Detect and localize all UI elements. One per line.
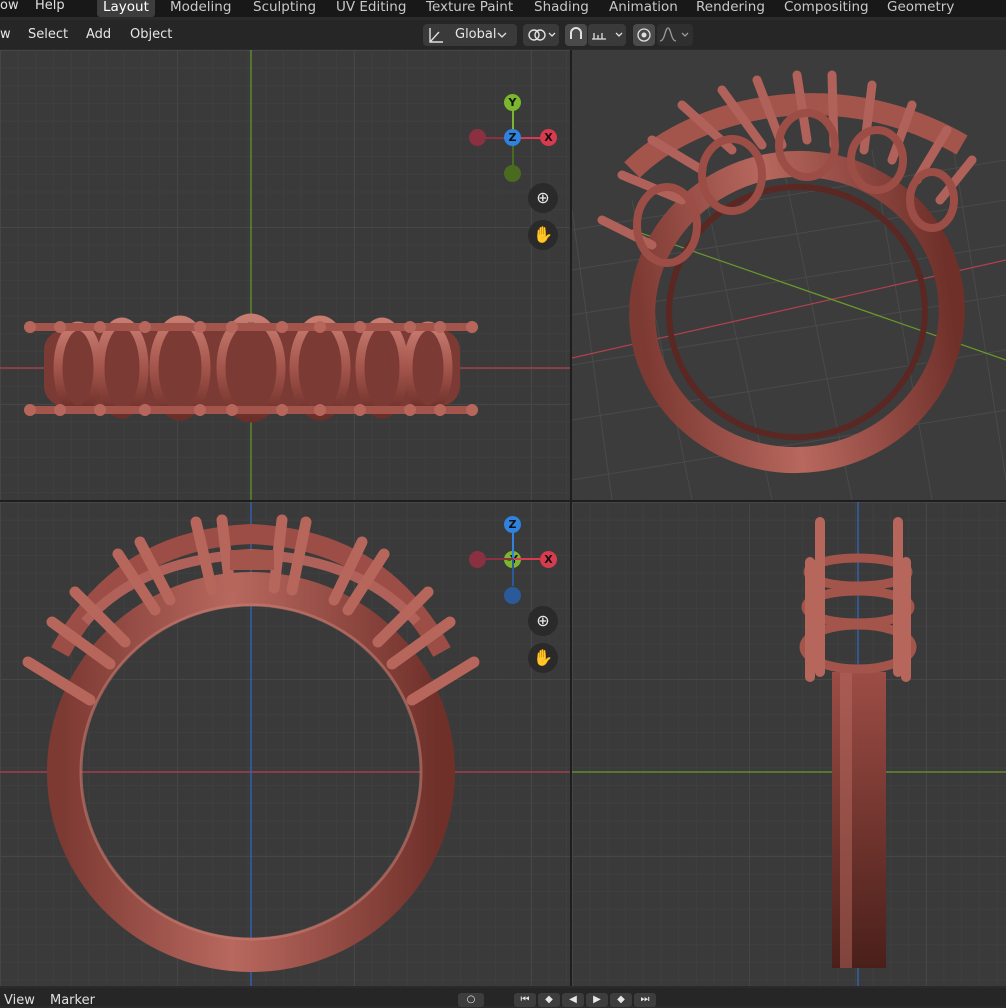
right-view-scene [572, 502, 1006, 986]
tab-shading[interactable]: Shading [528, 0, 595, 17]
object-menu[interactable]: Object [130, 26, 172, 44]
gizmo-y-axis[interactable]: Y [504, 94, 521, 111]
play-reverse-icon[interactable]: ◀ [562, 993, 584, 1007]
gizmo-neg-y-axis[interactable] [504, 165, 521, 182]
tab-rendering[interactable]: Rendering [690, 0, 771, 17]
top-view-scene [0, 50, 570, 500]
tab-texture-paint[interactable]: Texture Paint [420, 0, 519, 17]
gizmo-neg-y-axis[interactable]: -Y [504, 551, 521, 568]
menu-help[interactable]: Help [35, 0, 65, 16]
gizmo-x-axis[interactable]: X [540, 551, 557, 568]
ring-perspective-view [597, 70, 977, 474]
tab-geometry-nodes[interactable]: Geometry Nodes [881, 0, 1006, 35]
jump-to-keyframe-prev-icon[interactable]: ◆ [538, 993, 560, 1007]
perspective-scene [572, 70, 1006, 500]
proportional-editing-icon [637, 28, 651, 42]
tab-compositing[interactable]: Compositing [778, 0, 875, 17]
gizmo-z-axis[interactable]: Z [504, 129, 521, 146]
front-view-scene [0, 502, 570, 986]
ring-top-view [24, 313, 478, 423]
timeline-header [0, 988, 1006, 1006]
proportional-editing-toggle[interactable] [633, 24, 655, 46]
playback-mode-icon[interactable]: ○ [458, 993, 484, 1007]
gizmo-neg-x-axis[interactable] [469, 551, 486, 568]
snap-target-dropdown[interactable] [588, 24, 626, 46]
menu-window[interactable]: ow [0, 0, 19, 16]
pan-hand-icon[interactable]: ✋ [528, 220, 558, 250]
pivot-point-dropdown[interactable] [523, 24, 559, 46]
viewport-divider-horizontal[interactable] [0, 500, 1006, 502]
ring-side-view [799, 517, 917, 968]
zoom-icon[interactable]: ⊕ [528, 183, 558, 213]
jump-to-keyframe-next-icon[interactable]: ◆ [610, 993, 632, 1007]
proportional-falloff-dropdown[interactable] [657, 24, 693, 46]
viewport-divider-vertical[interactable] [570, 50, 572, 986]
select-menu[interactable]: Select [28, 26, 68, 44]
gizmo-neg-z-axis[interactable] [504, 587, 521, 604]
front-view-viewport[interactable]: Z -Y X ⊕ ✋ [0, 502, 570, 986]
gizmo-neg-x-axis[interactable] [469, 129, 486, 146]
tab-layout[interactable]: Layout [97, 0, 155, 17]
play-icon[interactable]: ▶ [586, 993, 608, 1007]
right-view-viewport[interactable] [572, 502, 1006, 986]
add-menu[interactable]: Add [86, 26, 111, 44]
tab-sculpting[interactable]: Sculpting [247, 0, 322, 17]
snap-icon [570, 27, 582, 39]
gizmo-z-axis[interactable]: Z [504, 516, 521, 533]
pan-hand-icon[interactable]: ✋ [528, 643, 558, 673]
tab-modeling[interactable]: Modeling [164, 0, 237, 17]
snap-toggle[interactable] [565, 24, 587, 46]
view-menu[interactable]: w [0, 26, 11, 44]
gizmo-x-axis[interactable]: X [540, 129, 557, 146]
jump-to-start-icon[interactable]: ⏮ [514, 993, 536, 1007]
falloff-curve-icon [659, 27, 689, 42]
top-view-viewport[interactable]: Y Z X ⊕ ✋ [0, 50, 570, 500]
tab-uv-editing[interactable]: UV Editing [330, 0, 412, 17]
jump-to-end-icon[interactable]: ⏭ [634, 993, 656, 1007]
perspective-viewport[interactable] [572, 50, 1006, 500]
snap-increment-icon [592, 32, 623, 40]
zoom-icon[interactable]: ⊕ [528, 606, 558, 636]
transform-orientation-label: Global [455, 27, 497, 42]
tab-animation[interactable]: Animation [603, 0, 684, 17]
pivot-point-icon [528, 29, 556, 41]
